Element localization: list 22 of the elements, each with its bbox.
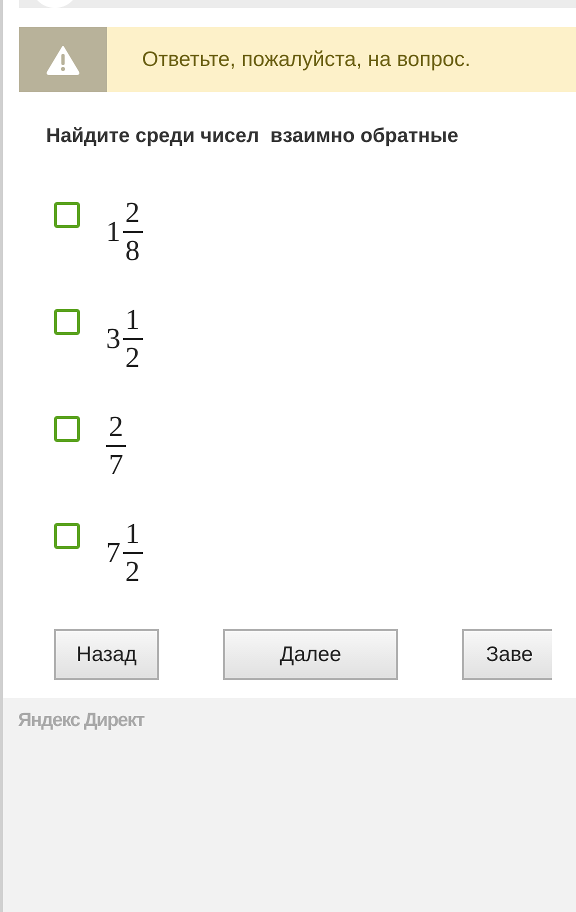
- ad-label: Яндекс Директ: [18, 710, 144, 731]
- question-text: Найдите среди чисел взаимно обратные: [46, 125, 460, 148]
- numerator: 2: [108, 412, 124, 442]
- numerator: 1: [125, 305, 140, 336]
- denominator: 2: [125, 343, 140, 374]
- whole-number: 1: [106, 218, 120, 247]
- checkbox[interactable]: [54, 416, 80, 442]
- nav-button[interactable]: Далее: [223, 629, 398, 680]
- nav-button[interactable]: Заве: [462, 629, 552, 680]
- warning-icon: [46, 44, 80, 74]
- alert-message: Ответьте, пожалуйста, на вопрос.: [142, 48, 471, 72]
- numerator: 1: [125, 519, 140, 550]
- numerator: 2: [125, 198, 140, 228]
- whole-number: 7: [106, 538, 120, 568]
- checkbox[interactable]: [54, 523, 80, 549]
- whole-number: 3: [106, 324, 120, 354]
- checkbox[interactable]: [54, 309, 80, 335]
- nav-button[interactable]: Назад: [54, 629, 159, 680]
- denominator: 7: [108, 450, 124, 481]
- checkbox[interactable]: [54, 202, 80, 228]
- denominator: 2: [125, 557, 140, 588]
- denominator: 8: [125, 236, 140, 267]
